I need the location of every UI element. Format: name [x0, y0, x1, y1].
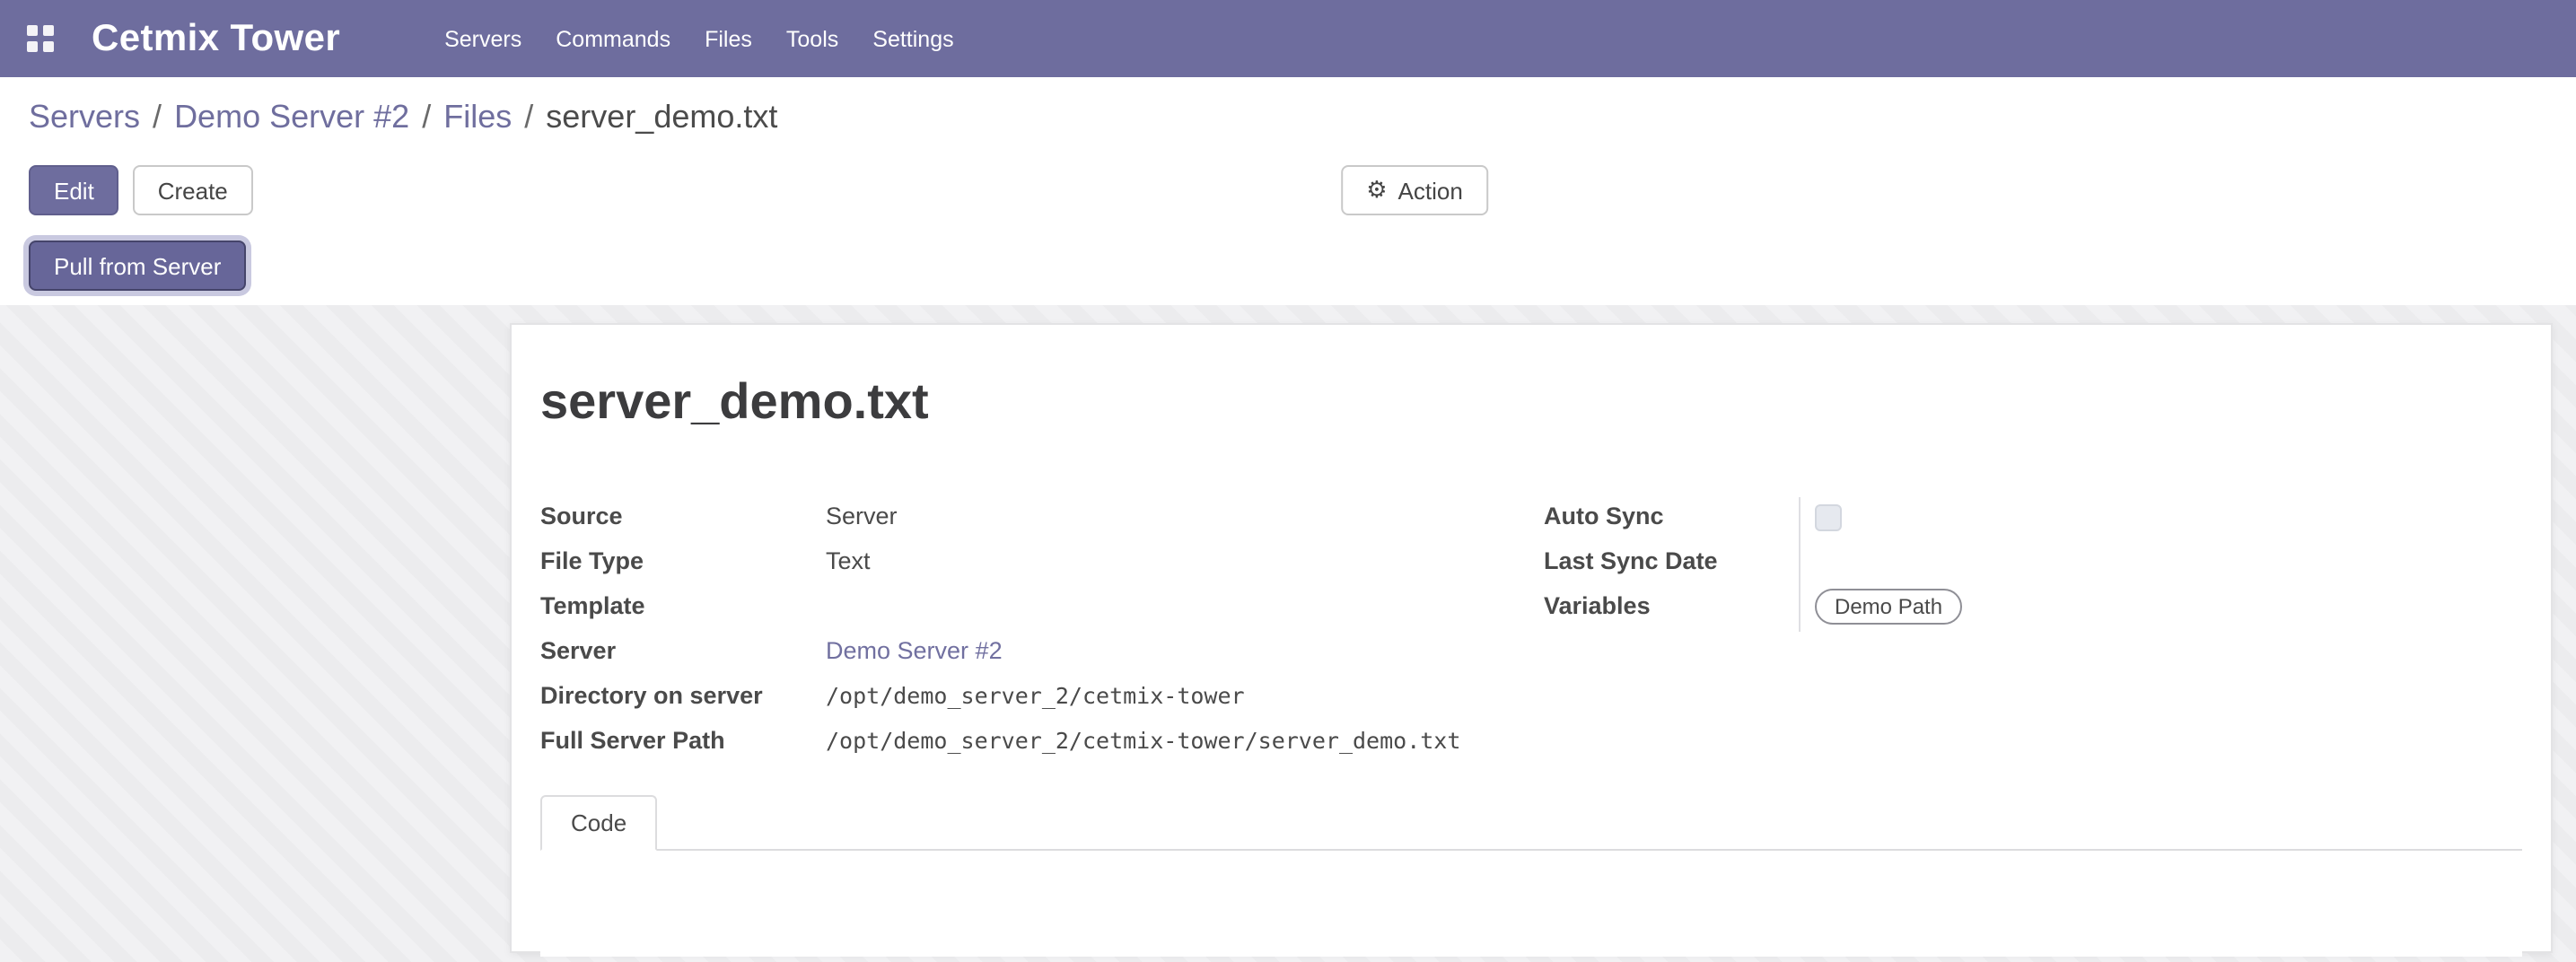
field-label-variables: Variables	[1544, 587, 1799, 623]
field-value-source: Server	[826, 497, 1519, 533]
breadcrumb: Servers / Demo Server #2 / Files / server_demo…	[0, 77, 2576, 140]
field-value-full-server-path: /opt/demo_server_2/cetmix-tower/server_d…	[826, 722, 1519, 757]
field-value-auto-sync	[1799, 497, 2522, 542]
form-background: server_demo.txt Source Server File Type …	[0, 305, 2576, 962]
page-title: server_demo.txt	[540, 372, 2522, 433]
workflow-buttons: Pull from Server	[0, 240, 2576, 291]
navbar-menu: Servers Commands Files Tools Settings	[444, 26, 954, 51]
field-label-auto-sync: Auto Sync	[1544, 497, 1799, 533]
navbar-item-tools[interactable]: Tools	[786, 26, 838, 51]
app-window: Cetmix Tower Servers Commands Files Tool…	[0, 0, 2576, 962]
navbar-item-servers[interactable]: Servers	[444, 26, 521, 51]
breadcrumb-link-servers[interactable]: Servers	[29, 99, 140, 135]
edit-button[interactable]: Edit	[29, 165, 119, 215]
field-label-server: Server	[540, 632, 826, 668]
apps-grid-square	[43, 41, 54, 52]
field-value-file-type: Text	[826, 542, 1519, 578]
field-value-directory-on-server: /opt/demo_server_2/cetmix-tower	[826, 677, 1519, 713]
navbar-item-commands[interactable]: Commands	[556, 26, 670, 51]
navbar-item-files[interactable]: Files	[705, 26, 752, 51]
breadcrumb-current: server_demo.txt	[546, 99, 777, 135]
field-group-right: Auto Sync Last Sync Date Variables Demo …	[1544, 497, 2522, 766]
field-label-last-sync-date: Last Sync Date	[1544, 542, 1799, 578]
field-value-server: Demo Server #2	[826, 632, 1519, 668]
pull-from-server-button[interactable]: Pull from Server	[29, 240, 246, 291]
breadcrumb-separator: /	[422, 99, 431, 135]
form-sheet: server_demo.txt Source Server File Type …	[510, 323, 2553, 953]
field-label-source: Source	[540, 497, 826, 533]
breadcrumb-link-demo-server[interactable]: Demo Server #2	[174, 99, 409, 135]
variable-tag-demo-path: Demo Path	[1815, 589, 1962, 625]
field-group-left: Source Server File Type Text Template Se…	[540, 497, 1519, 766]
create-button[interactable]: Create	[133, 165, 253, 215]
breadcrumb-separator: /	[524, 99, 533, 135]
action-menu-wrap: ⚙ Action	[1341, 165, 1488, 215]
field-value-variables: Demo Path	[1799, 587, 2522, 632]
field-label-template: Template	[540, 587, 826, 623]
action-menu-button[interactable]: ⚙ Action	[1341, 165, 1488, 215]
field-label-directory-on-server: Directory on server	[540, 677, 826, 713]
field-label-full-server-path: Full Server Path	[540, 722, 826, 757]
field-value-last-sync-date	[1799, 542, 2522, 587]
action-menu-label: Action	[1398, 177, 1463, 204]
top-navbar: Cetmix Tower Servers Commands Files Tool…	[0, 0, 2576, 77]
apps-grid-square	[27, 25, 38, 36]
breadcrumb-link-files[interactable]: Files	[443, 99, 512, 135]
tab-code[interactable]: Code	[540, 795, 657, 851]
action-bar: Edit Create ⚙ Action	[0, 165, 2576, 215]
navbar-item-settings[interactable]: Settings	[872, 26, 953, 51]
notebook-tabs: Code	[540, 795, 2522, 851]
gear-icon: ⚙	[1366, 179, 1387, 202]
breadcrumb-separator: /	[153, 99, 162, 135]
apps-grid-icon[interactable]	[27, 25, 54, 52]
auto-sync-checkbox[interactable]	[1815, 504, 1842, 531]
apps-grid-square	[43, 25, 54, 36]
field-groups: Source Server File Type Text Template Se…	[540, 497, 2522, 766]
field-value-template	[826, 587, 1519, 589]
server-record-link[interactable]: Demo Server #2	[826, 637, 1003, 664]
field-label-file-type: File Type	[540, 542, 826, 578]
code-tab-content	[540, 851, 2522, 957]
app-brand[interactable]: Cetmix Tower	[92, 17, 340, 60]
apps-grid-square	[27, 41, 38, 52]
control-panel: Servers / Demo Server #2 / Files / server_demo…	[0, 77, 2576, 305]
